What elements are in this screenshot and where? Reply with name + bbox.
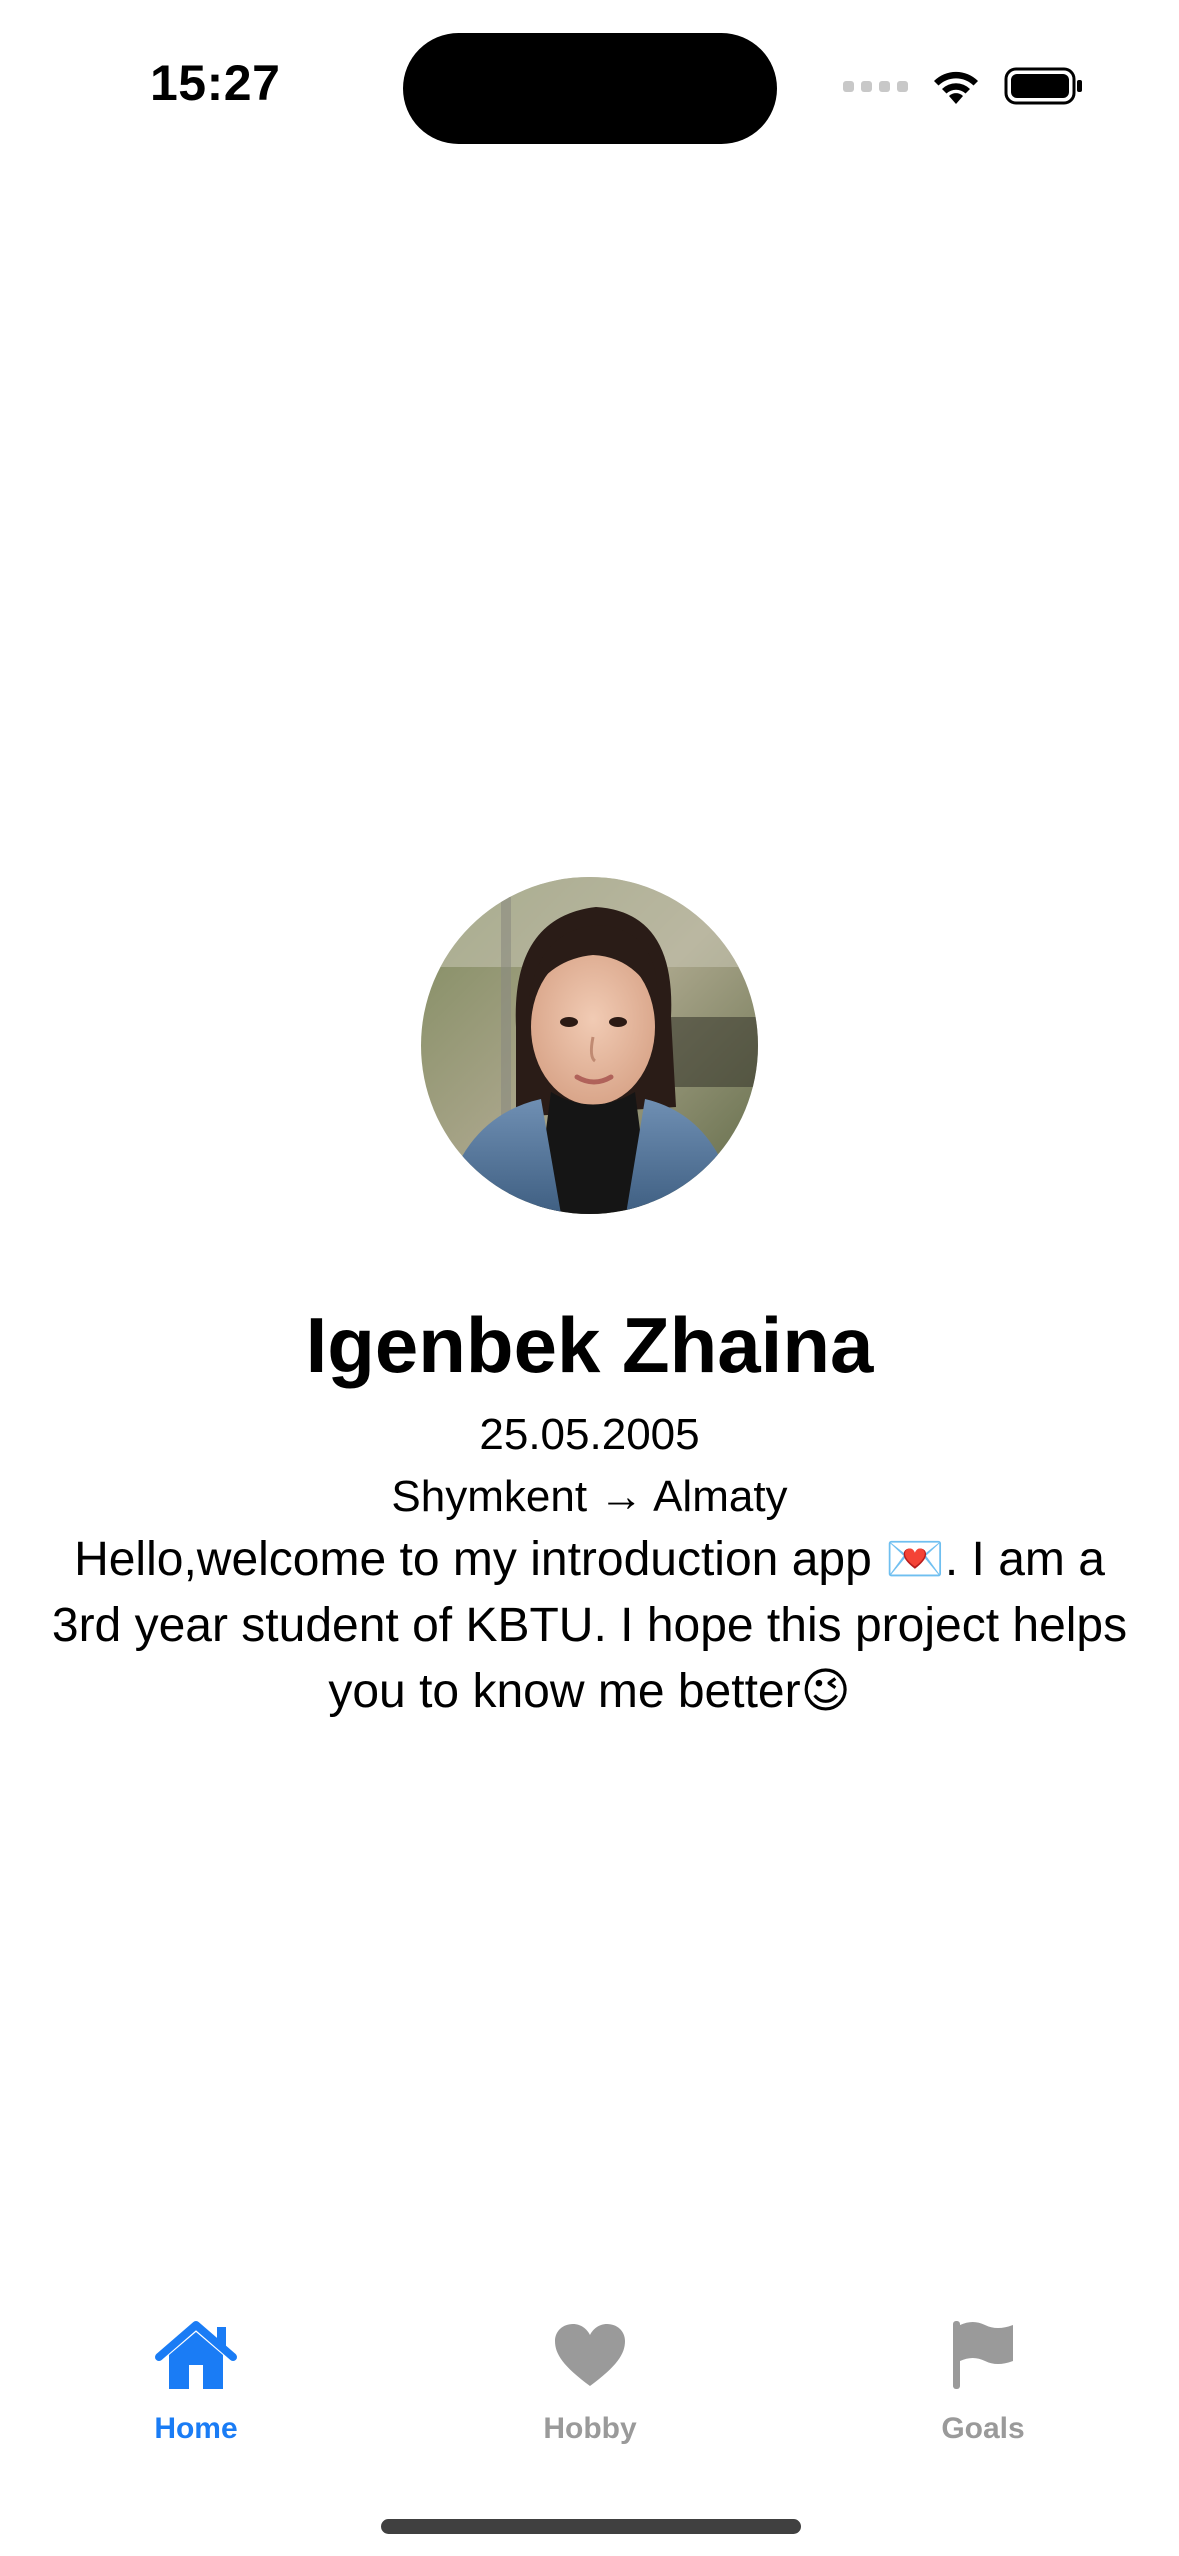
tab-goals-label: Goals: [941, 2412, 1025, 2445]
profile-name: Igenbek Zhaina: [305, 1301, 874, 1389]
wifi-icon: [934, 71, 978, 104]
tab-bar: Home Hobby Goals: [0, 2310, 1179, 2470]
status-icons: [843, 66, 1084, 106]
tab-home-label: Home: [154, 2412, 238, 2445]
tab-hobby[interactable]: Hobby: [490, 2310, 690, 2470]
heart-icon: [553, 2310, 627, 2400]
home-indicator[interactable]: [381, 2519, 801, 2534]
tab-goals[interactable]: Goals: [883, 2310, 1083, 2470]
profile-route: Shymkent → Almaty: [391, 1472, 788, 1521]
dynamic-island: [403, 33, 777, 144]
profile-bio: Hello,welcome to my introduction app 💌. …: [51, 1533, 1128, 1718]
house-icon: [153, 2310, 239, 2400]
flag-icon: [951, 2310, 1015, 2400]
profile-photo-icon: [421, 877, 758, 1214]
status-time: 15:27: [150, 55, 281, 111]
tab-hobby-label: Hobby: [543, 2412, 637, 2445]
cellular-signal-icon: [843, 80, 908, 92]
battery-icon: [1004, 67, 1082, 105]
tab-home[interactable]: Home: [96, 2310, 296, 2470]
profile-avatar: [421, 877, 758, 1214]
profile-birthdate: 25.05.2005: [479, 1410, 700, 1459]
